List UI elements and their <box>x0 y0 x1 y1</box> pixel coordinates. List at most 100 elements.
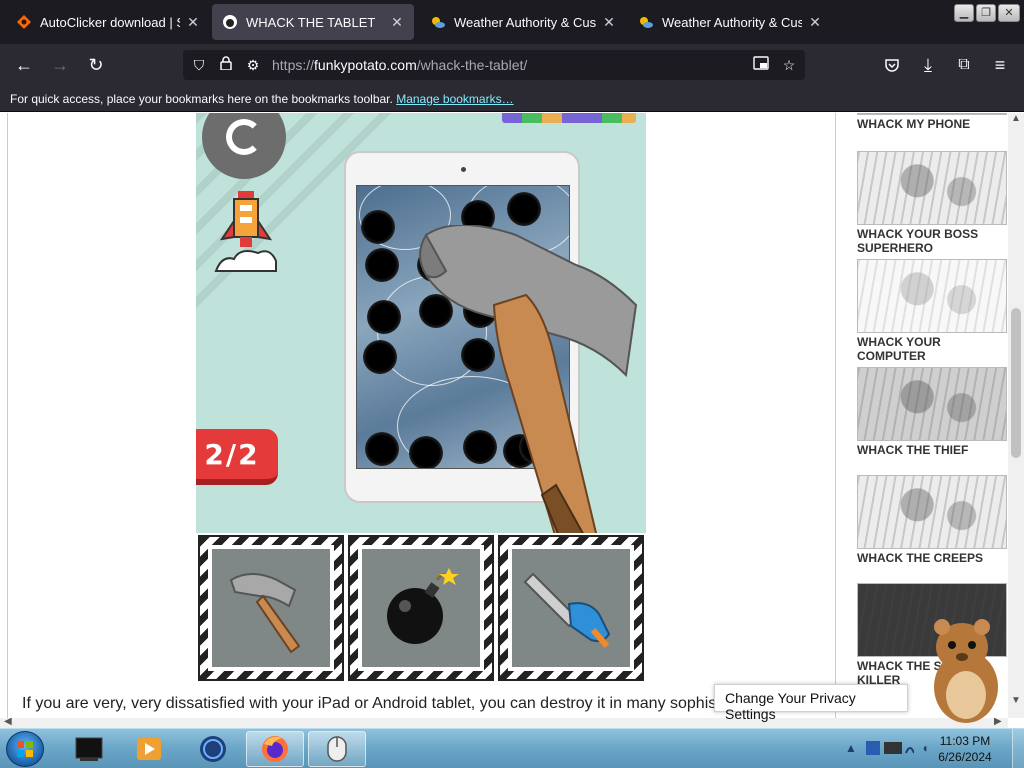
potato-icon <box>222 14 238 30</box>
tray-network-icons[interactable] <box>864 739 915 757</box>
minimize-button[interactable]: ▁ <box>954 4 974 22</box>
close-icon[interactable]: ✕ <box>602 14 616 31</box>
article-paragraph: If you are very, very dissatisfied with … <box>22 695 717 712</box>
taskbar-app-browser-alt[interactable] <box>184 731 242 767</box>
bomb-icon <box>387 568 459 644</box>
back-button[interactable]: ← <box>11 52 37 78</box>
game-thumbnail[interactable] <box>857 113 1007 115</box>
show-desktop-button[interactable] <box>1012 729 1024 768</box>
privacy-settings-button[interactable]: Change Your Privacy Settings <box>714 684 908 722</box>
hamster-mascot-icon[interactable] <box>922 613 1006 725</box>
smash-hole <box>363 340 397 374</box>
picture-in-picture-icon[interactable] <box>751 55 771 75</box>
game-title[interactable]: WHACK MY PHONE <box>857 117 1007 131</box>
weather-icon <box>430 14 446 30</box>
manage-bookmarks-link[interactable]: Manage bookmarks… <box>396 92 513 106</box>
game-thumbnail[interactable] <box>857 367 1007 441</box>
tab-title: WHACK THE TABLET <box>246 14 376 30</box>
smash-hole <box>361 210 395 244</box>
rocket-icon <box>214 191 277 272</box>
game-thumbnail[interactable] <box>857 259 1007 333</box>
bookmarks-toolbar: For quick access, place your bookmarks h… <box>0 86 1024 112</box>
tab-title: AutoClicker download | Sour <box>40 14 180 30</box>
system-clock[interactable]: 11:03 PM 6/26/2024 <box>930 733 1000 765</box>
url-path: /whack-the-tablet/ <box>416 57 528 73</box>
url-text[interactable]: https://funkypotato.com/whack-the-tablet… <box>272 57 527 73</box>
game-title[interactable]: WHACK THE THIEF <box>857 443 1007 457</box>
related-game-whack-your-boss-superhero[interactable]: WHACK YOUR BOSS SUPERHERO <box>857 151 1007 255</box>
clock-date: 6/26/2024 <box>938 750 992 764</box>
smash-hole <box>507 192 541 226</box>
windows-taskbar: ▲ ◖ 11:03 PM 6/26/2024 <box>0 728 1024 768</box>
game-title[interactable]: WHACK YOUR BOSS SUPERHERO <box>857 227 1007 255</box>
smash-hole <box>365 248 399 282</box>
horizontal-scrollbar[interactable]: ◀ ▶ <box>0 716 1008 728</box>
navigation-toolbar: ← → ↻ ⛉ ⚙ https://funkypotato.com/whack-… <box>0 44 1024 86</box>
scroll-left-icon[interactable]: ◀ <box>4 716 12 727</box>
close-icon[interactable]: ✕ <box>186 14 200 31</box>
address-bar[interactable]: ⛉ ⚙ https://funkypotato.com/whack-the-ta… <box>183 50 805 80</box>
lock-icon[interactable] <box>216 55 236 75</box>
window-close-button[interactable]: ✕ <box>998 4 1020 22</box>
window-controls: ▁ ❐ ✕ <box>954 4 1020 22</box>
hammer-icon <box>229 573 301 654</box>
game-thumbnail[interactable] <box>857 151 1007 225</box>
tab-autoclicker[interactable]: AutoClicker download | Sour ✕ <box>6 4 210 40</box>
close-icon[interactable]: ✕ <box>390 14 404 31</box>
related-game-whack-my-phone[interactable]: WHACK MY PHONE <box>857 113 1007 131</box>
chainsaw-icon <box>523 572 611 648</box>
game-title[interactable]: WHACK THE CREEPS <box>857 551 1007 565</box>
tool-slot-hammer[interactable] <box>198 535 344 681</box>
maximize-button[interactable]: ❐ <box>976 4 996 22</box>
sourceforge-icon <box>16 14 32 30</box>
smash-hole <box>365 432 399 466</box>
tool-slot-bomb[interactable] <box>348 535 494 681</box>
tab-whack-the-tablet[interactable]: WHACK THE TABLET ✕ <box>212 4 414 40</box>
related-game-whack-your-computer[interactable]: WHACK YOUR COMPUTER <box>857 259 1007 363</box>
taskbar-app-media-player[interactable] <box>120 731 178 767</box>
url-scheme: https:// <box>272 57 315 73</box>
tool-slot-chainsaw[interactable] <box>498 535 644 681</box>
tab-title: Weather Authority & Custo <box>454 14 596 30</box>
close-icon[interactable]: ✕ <box>808 14 822 31</box>
mouse-icon <box>327 736 347 762</box>
tablet-camera <box>461 167 466 172</box>
downloads-icon[interactable]: ⤓ <box>915 52 941 78</box>
taskbar-app-autoclicker[interactable] <box>308 731 366 767</box>
bookmark-star-icon[interactable]: ☆ <box>779 55 799 75</box>
permissions-icon[interactable]: ⚙ <box>243 55 263 75</box>
media-player-icon <box>137 738 161 760</box>
tab-weather-2[interactable]: Weather Authority & Custo ✕ <box>628 4 832 40</box>
taskbar-app-firefox[interactable] <box>246 731 304 767</box>
forward-button[interactable]: → <box>47 52 73 78</box>
tab-strip: AutoClicker download | Sour ✕ WHACK THE … <box>0 0 1024 44</box>
game-thumbnail[interactable] <box>857 475 1007 549</box>
related-game-whack-the-thief[interactable]: WHACK THE THIEF <box>857 367 1007 457</box>
url-domain: funkypotato.com <box>314 57 417 73</box>
taskbar-app-terminal[interactable] <box>60 731 118 767</box>
globe-icon <box>200 736 226 762</box>
tool-selector <box>196 533 646 683</box>
terminal-icon <box>75 737 103 761</box>
game-logo <box>502 113 636 123</box>
weather-icon <box>638 14 654 30</box>
start-button[interactable] <box>6 731 44 767</box>
firefox-icon <box>262 736 288 762</box>
page-content: 2/2 If you are very, very dissatisfied w… <box>0 113 1024 728</box>
smash-hole <box>367 300 401 334</box>
scroll-up-icon[interactable]: ▲ <box>1011 113 1021 124</box>
tab-weather-1[interactable]: Weather Authority & Custo ✕ <box>420 4 626 40</box>
bookmarks-hint: For quick access, place your bookmarks h… <box>10 92 393 106</box>
reload-button[interactable]: ↻ <box>83 52 109 78</box>
vertical-scroll-thumb[interactable] <box>1011 308 1021 458</box>
related-game-whack-the-creeps[interactable]: WHACK THE CREEPS <box>857 475 1007 565</box>
content-divider <box>835 113 836 718</box>
menu-icon[interactable]: ≡ <box>987 52 1013 78</box>
pocket-icon[interactable] <box>879 52 905 78</box>
shield-icon[interactable]: ⛉ <box>189 55 209 75</box>
scroll-down-icon[interactable]: ▼ <box>1011 695 1021 706</box>
clock-time: 11:03 PM <box>939 734 991 748</box>
tray-expand-icon[interactable]: ▲ <box>842 739 860 757</box>
game-title[interactable]: WHACK YOUR COMPUTER <box>857 335 1007 363</box>
extensions-icon[interactable]: ⧉ <box>951 52 977 78</box>
